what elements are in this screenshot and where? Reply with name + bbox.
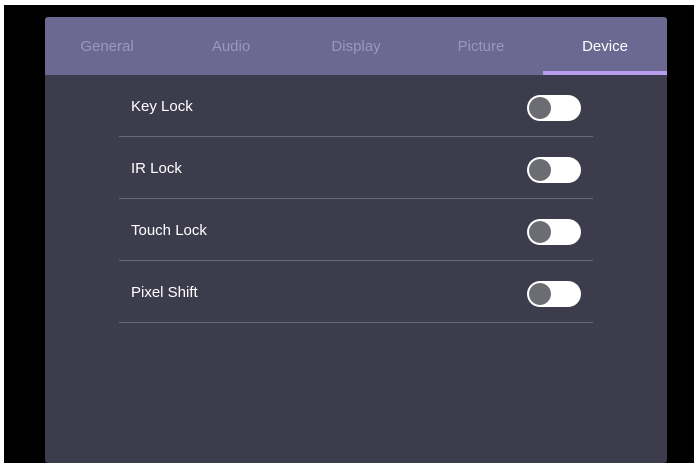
setting-row-pixel-shift: Pixel Shift [119,261,593,323]
toggle-knob [529,97,551,119]
tab-picture[interactable]: Picture [419,17,543,75]
settings-panel: General Audio Display Picture Device Key… [45,17,667,463]
tab-display[interactable]: Display [293,17,419,75]
tab-general[interactable]: General [45,17,169,75]
tab-audio[interactable]: Audio [169,17,293,75]
ir-lock-toggle[interactable] [527,157,581,183]
toggle-knob [529,221,551,243]
toggle-knob [529,283,551,305]
pixel-shift-toggle[interactable] [527,281,581,307]
settings-list: Key Lock IR Lock Touch Lock Pixel Shift [119,75,593,323]
tab-device[interactable]: Device [543,17,667,75]
toggle-knob [529,159,551,181]
key-lock-toggle[interactable] [527,95,581,121]
touch-lock-toggle[interactable] [527,219,581,245]
setting-label: Touch Lock [131,222,207,239]
setting-label: IR Lock [131,160,182,177]
setting-row-ir-lock: IR Lock [119,137,593,199]
tab-bar: General Audio Display Picture Device [45,17,667,75]
setting-label: Pixel Shift [131,284,198,301]
setting-row-touch-lock: Touch Lock [119,199,593,261]
setting-row-key-lock: Key Lock [119,75,593,137]
setting-label: Key Lock [131,98,193,115]
